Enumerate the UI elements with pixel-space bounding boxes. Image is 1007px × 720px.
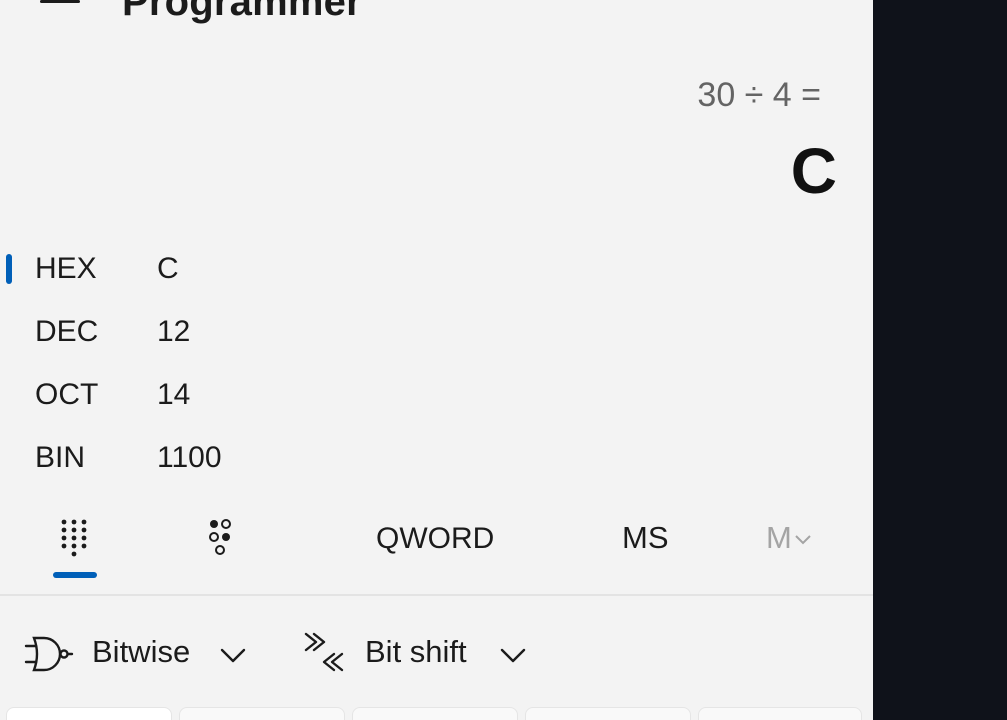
full-keypad-icon	[61, 519, 87, 557]
chevron-down-icon	[220, 648, 246, 663]
selected-indicator	[6, 254, 12, 284]
bit-shift-label: Bit shift	[365, 634, 467, 669]
memory-list-label: M	[766, 520, 792, 555]
keypad-key[interactable]	[525, 707, 691, 720]
memory-store-button[interactable]: MS	[622, 520, 669, 556]
calculator-window: Programmer 30 ÷ 4 = C HEX C DEC 12 OCT 1…	[0, 0, 873, 720]
radix-row-oct[interactable]: OCT 14	[0, 368, 873, 420]
radix-value: 12	[157, 315, 191, 348]
keypad-key[interactable]	[179, 707, 345, 720]
divider	[0, 594, 873, 596]
chevron-down-icon	[795, 535, 811, 545]
keypad-key[interactable]	[698, 707, 862, 720]
radix-label: HEX	[35, 252, 97, 285]
bit-toggling-keypad-icon	[209, 519, 231, 555]
active-tab-indicator	[53, 572, 97, 578]
expression-display: 30 ÷ 4 =	[697, 76, 821, 114]
radix-row-bin[interactable]: BIN 1100	[0, 431, 873, 483]
keypad-key[interactable]	[6, 707, 172, 720]
radix-label: DEC	[35, 315, 99, 348]
keypad-key[interactable]	[352, 707, 518, 720]
bit-shift-icon	[304, 632, 344, 672]
bitwise-dropdown[interactable]: Bitwise	[20, 630, 250, 678]
radix-row-dec[interactable]: DEC 12	[0, 305, 873, 357]
bit-toggling-keypad-button[interactable]	[188, 508, 252, 572]
logic-gate-icon	[24, 636, 74, 672]
bit-shift-dropdown[interactable]: Bit shift	[300, 630, 532, 678]
hamburger-bar	[40, 0, 80, 3]
hamburger-icon[interactable]	[40, 0, 80, 20]
full-keypad-button[interactable]	[43, 508, 107, 572]
radix-value: C	[157, 252, 179, 285]
chevron-down-icon	[500, 648, 526, 663]
result-display: C	[790, 135, 837, 207]
page-title: Programmer	[122, 0, 362, 24]
memory-list-button[interactable]: M	[766, 520, 812, 556]
radix-row-hex[interactable]: HEX C	[0, 242, 873, 294]
radix-label: BIN	[35, 441, 86, 474]
word-size-button[interactable]: QWORD	[376, 522, 494, 556]
bitwise-label: Bitwise	[92, 634, 191, 669]
radix-value: 14	[157, 378, 191, 411]
radix-label: OCT	[35, 378, 99, 411]
background-area	[873, 0, 1007, 720]
radix-value: 1100	[157, 441, 222, 474]
